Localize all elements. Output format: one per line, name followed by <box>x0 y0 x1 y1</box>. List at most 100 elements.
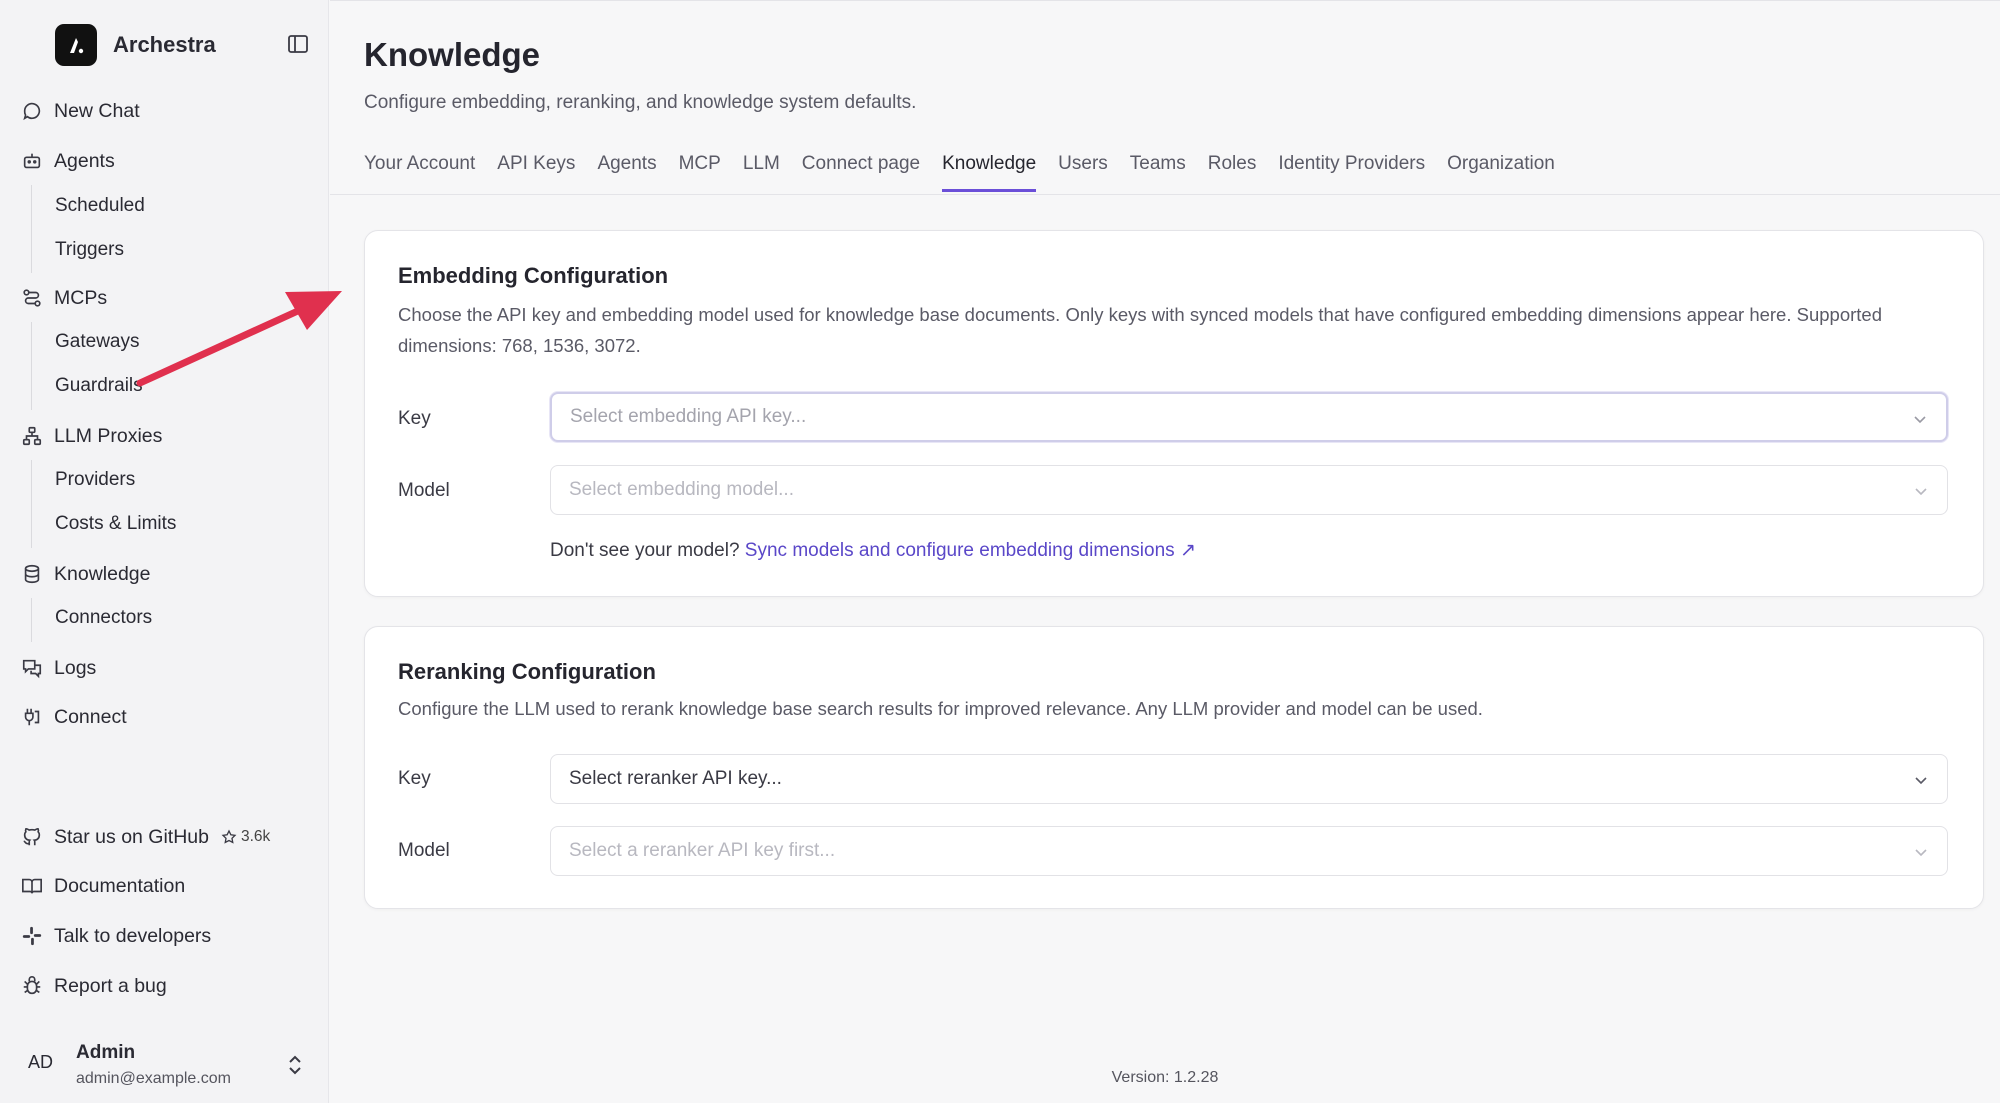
sync-models-link[interactable]: Sync models and configure embedding dime… <box>745 540 1196 561</box>
sidebar-item-label: Gateways <box>55 331 140 352</box>
sidebar-item-label: MCPs <box>54 286 108 309</box>
version-label: Version: 1.2.28 <box>1111 1069 1219 1086</box>
user-menu[interactable]: AD Admin admin@example.com <box>28 1040 308 1090</box>
sidebar-item-talk-to-developers[interactable]: Talk to developers <box>20 918 211 954</box>
book-open-icon <box>20 874 44 898</box>
github-icon <box>20 825 44 849</box>
tab-organization[interactable]: Organization <box>1447 148 1555 192</box>
sidebar-item-label: New Chat <box>54 99 140 122</box>
tab-knowledge[interactable]: Knowledge <box>942 148 1037 192</box>
main-content: Knowledge Configure embedding, reranking… <box>330 0 2000 1103</box>
sidebar-item-label: Talk to developers <box>54 924 212 947</box>
embedding-hint: Don't see your model? Sync models and co… <box>550 539 1196 562</box>
sidebar-item-report-bug[interactable]: Report a bug <box>20 968 167 1004</box>
reranking-key-select[interactable]: Select reranker API key... <box>550 754 1948 804</box>
sidebar-item-label: Triggers <box>55 239 124 260</box>
sidebar: Archestra New Chat Agents Scheduled Trig… <box>0 0 329 1103</box>
sidebar-item-providers[interactable]: Providers <box>55 462 135 498</box>
embedding-model-select[interactable]: Select embedding model... <box>550 465 1948 515</box>
chevron-down-icon <box>1913 844 1929 866</box>
sidebar-item-gateways[interactable]: Gateways <box>55 324 139 360</box>
bot-icon <box>20 149 44 173</box>
embedding-model-placeholder: Select embedding model... <box>569 479 794 500</box>
sidebar-item-costs-limits[interactable]: Costs & Limits <box>55 506 176 542</box>
embedding-card-description: Choose the API key and embedding model u… <box>398 304 1882 356</box>
reranking-key-label: Key <box>398 768 431 789</box>
chevron-down-icon <box>1913 772 1929 794</box>
app-name: Archestra <box>113 32 216 57</box>
reranking-model-placeholder: Select a reranker API key first... <box>569 840 836 861</box>
user-name: Admin <box>76 1042 136 1063</box>
bug-icon <box>20 974 44 998</box>
sidebar-item-label: Guardrails <box>55 375 143 396</box>
sidebar-item-new-chat[interactable]: New Chat <box>20 93 140 129</box>
tab-api-keys[interactable]: API Keys <box>497 148 575 192</box>
tab-roles[interactable]: Roles <box>1208 148 1257 192</box>
sidebar-toggle-icon[interactable] <box>286 32 310 56</box>
sidebar-item-label: Agents <box>54 149 115 172</box>
top-divider <box>330 0 2000 1</box>
avatar: AD <box>28 1052 54 1072</box>
tab-mcp[interactable]: MCP <box>679 148 721 192</box>
sidebar-item-label: Report a bug <box>54 974 167 997</box>
sidebar-item-documentation[interactable]: Documentation <box>20 868 185 904</box>
user-email: admin@example.com <box>76 1070 231 1087</box>
sidebar-item-llm-proxies[interactable]: LLM Proxies <box>20 418 162 454</box>
embedding-config-card: Embedding Configuration Choose the API k… <box>364 230 1984 597</box>
chevron-down-icon <box>1913 483 1929 505</box>
sidebar-item-triggers[interactable]: Triggers <box>55 232 124 268</box>
sidebar-item-guardrails[interactable]: Guardrails <box>55 368 143 404</box>
sidebar-item-label: Scheduled <box>55 195 145 216</box>
github-stars-badge: 3.6k <box>221 828 270 846</box>
reranking-model-label: Model <box>398 840 450 861</box>
page-title: Knowledge <box>364 36 541 73</box>
embedding-model-label: Model <box>398 480 450 501</box>
star-icon <box>221 829 237 844</box>
sidebar-item-github[interactable]: Star us on GitHub 3.6k <box>20 819 270 855</box>
reranking-key-placeholder: Select reranker API key... <box>569 768 782 789</box>
tabs-divider <box>330 194 2000 195</box>
sidebar-item-label: Documentation <box>54 874 186 897</box>
sidebar-item-agents[interactable]: Agents <box>20 143 115 179</box>
embedding-key-placeholder: Select embedding API key... <box>570 406 807 427</box>
brand[interactable]: Archestra <box>55 24 216 66</box>
embedding-key-select[interactable]: Select embedding API key... <box>550 392 1948 442</box>
route-icon <box>20 286 44 310</box>
reranking-card-title: Reranking Configuration <box>398 659 656 684</box>
sidebar-item-scheduled[interactable]: Scheduled <box>55 188 145 224</box>
tab-users[interactable]: Users <box>1058 148 1108 192</box>
sidebar-item-label: Connectors <box>55 607 153 628</box>
sidebar-item-connect[interactable]: Connect <box>20 699 127 735</box>
sidebar-item-logs[interactable]: Logs <box>20 650 96 686</box>
sidebar-item-connectors[interactable]: Connectors <box>55 600 152 636</box>
messages-icon <box>20 656 44 680</box>
embedding-key-label: Key <box>398 408 431 429</box>
sidebar-item-knowledge[interactable]: Knowledge <box>20 556 151 592</box>
tab-agents[interactable]: Agents <box>597 148 656 192</box>
chevrons-up-down-icon[interactable] <box>286 1054 304 1081</box>
tab-identity-providers[interactable]: Identity Providers <box>1278 148 1425 192</box>
sidebar-item-label: Knowledge <box>54 562 151 585</box>
archestra-logo <box>55 24 97 66</box>
tab-your-account[interactable]: Your Account <box>364 148 475 192</box>
sidebar-item-label: Providers <box>55 469 136 490</box>
database-icon <box>20 562 44 586</box>
github-stars-count: 3.6k <box>241 828 271 845</box>
tab-teams[interactable]: Teams <box>1130 148 1186 192</box>
slack-icon <box>20 924 44 948</box>
network-icon <box>20 424 44 448</box>
embedding-hint-text: Don't see your model? <box>550 540 740 561</box>
sub-nav-line <box>31 598 32 642</box>
tab-llm[interactable]: LLM <box>743 148 780 192</box>
sidebar-item-mcps[interactable]: MCPs <box>20 280 107 316</box>
tab-connect-page[interactable]: Connect page <box>802 148 920 192</box>
chat-bubble-icon <box>20 99 44 123</box>
chevron-down-icon <box>1912 411 1928 433</box>
sub-nav-line <box>31 322 32 410</box>
reranking-config-card: Reranking Configuration Configure the LL… <box>364 626 1984 909</box>
sidebar-item-label: Logs <box>54 656 97 679</box>
sidebar-item-label: Star us on GitHub <box>54 825 209 848</box>
reranking-model-select[interactable]: Select a reranker API key first... <box>550 826 1948 876</box>
sidebar-item-label: Connect <box>54 705 127 728</box>
embedding-card-title: Embedding Configuration <box>398 263 669 288</box>
